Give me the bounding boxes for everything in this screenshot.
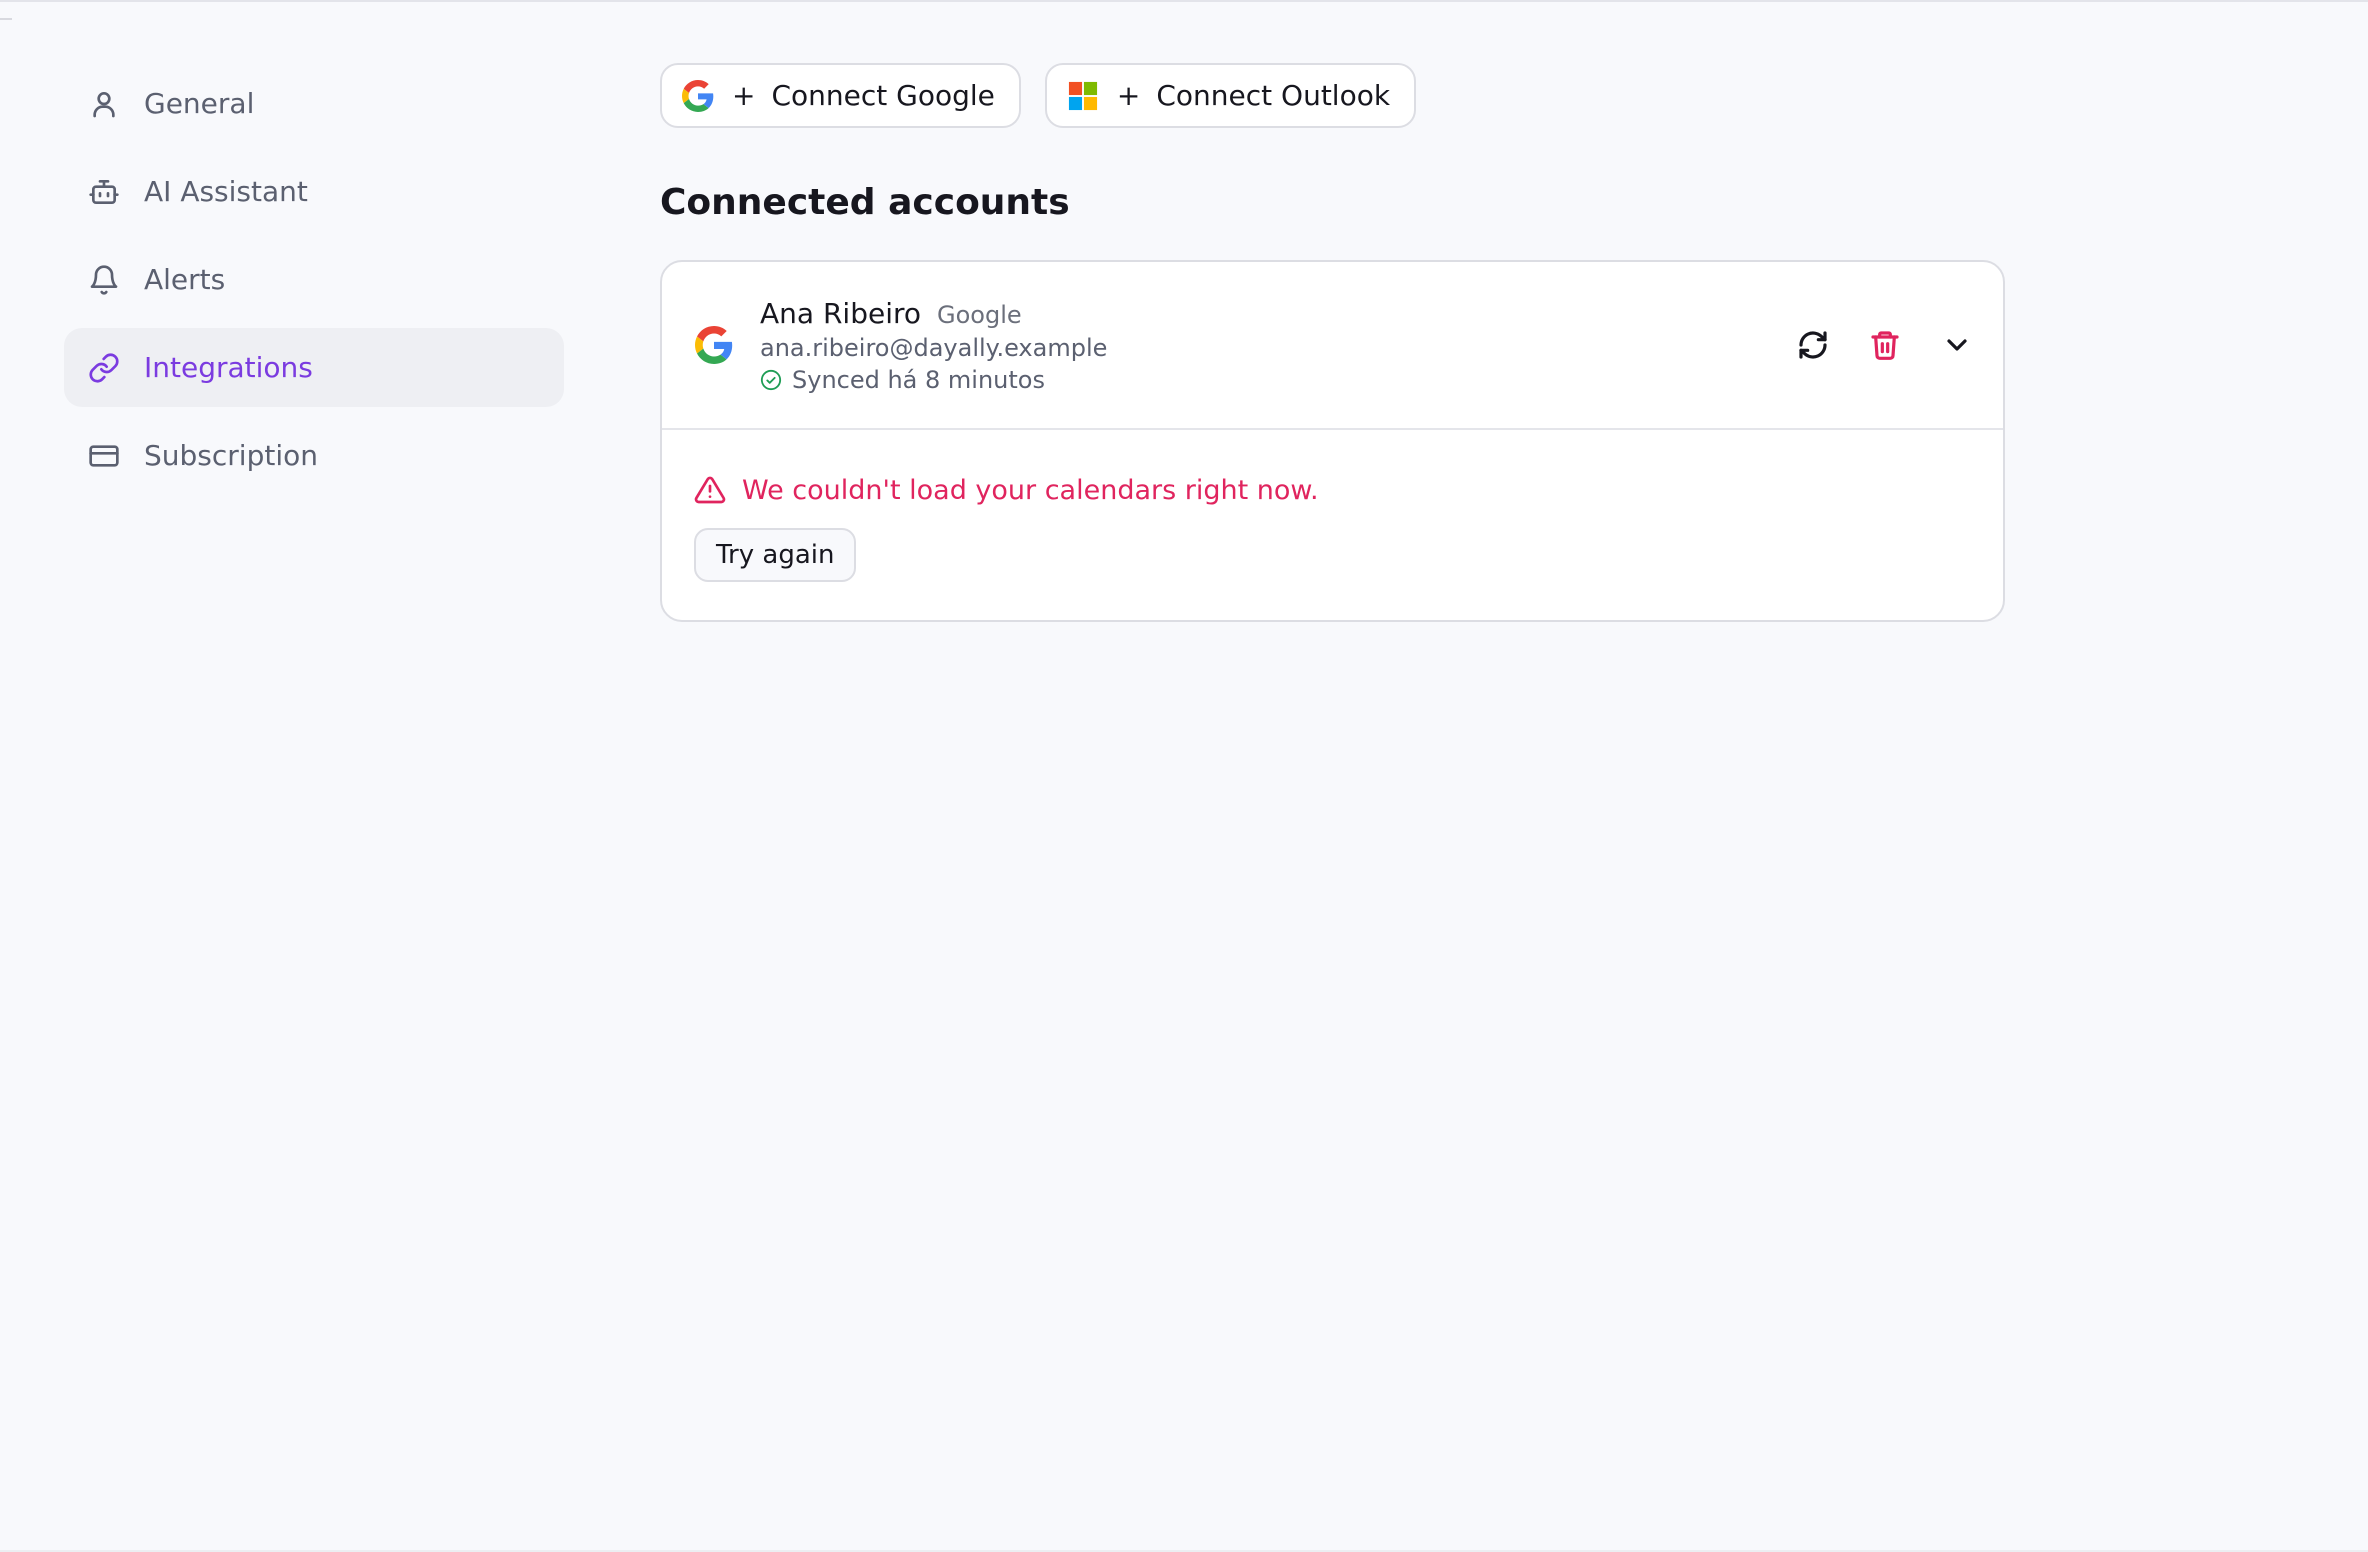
connect-google-label: Connect Google <box>771 79 995 112</box>
expand-button[interactable] <box>1941 329 1973 361</box>
account-provider: Google <box>937 300 1022 329</box>
plus-icon: + <box>1116 78 1141 112</box>
sidebar-item-ai-assistant[interactable]: AI Assistant <box>64 152 564 231</box>
sidebar-item-label: Integrations <box>144 351 313 384</box>
account-header: Ana Ribeiro Google ana.ribeiro@dayally.e… <box>662 262 2003 430</box>
trash-icon <box>1871 331 1899 360</box>
refresh-button[interactable] <box>1797 329 1829 361</box>
account-actions <box>1797 329 1973 361</box>
connect-outlook-label: Connect Outlook <box>1156 79 1391 112</box>
sidebar-item-label: General <box>144 87 255 120</box>
connect-google-button[interactable]: + Connect Google <box>660 63 1021 128</box>
account-info: Ana Ribeiro Google ana.ribeiro@dayally.e… <box>760 297 1797 394</box>
integrations-panel: + Connect Google + Connect Outlook Conne… <box>660 63 2005 622</box>
try-again-button[interactable]: Try again <box>694 528 857 582</box>
account-card: Ana Ribeiro Google ana.ribeiro@dayally.e… <box>660 260 2005 622</box>
chevron-down-icon <box>1947 339 1967 351</box>
sidebar-item-alerts[interactable]: Alerts <box>64 240 564 319</box>
error-message-text: We couldn't load your calendars right no… <box>742 474 1319 506</box>
sidebar-item-label: AI Assistant <box>144 175 308 208</box>
sync-status-text: Synced há 8 minutos <box>792 365 1045 394</box>
account-email: ana.ribeiro@dayally.example <box>760 333 1108 362</box>
link-icon <box>88 352 120 384</box>
delete-button[interactable] <box>1869 329 1901 361</box>
connect-outlook-button[interactable]: + Connect Outlook <box>1044 63 1417 128</box>
google-logo-icon <box>682 79 714 112</box>
connected-accounts-title: Connected accounts <box>660 182 1070 223</box>
corner-tick <box>0 18 12 20</box>
calendar-load-error: We couldn't load your calendars right no… <box>662 430 2003 620</box>
account-name-line: Ana Ribeiro Google <box>760 297 1797 330</box>
sidebar-item-subscription[interactable]: Subscription <box>64 416 564 495</box>
robot-icon <box>88 176 120 208</box>
sidebar-item-label: Subscription <box>144 439 318 472</box>
sidebar-item-integrations[interactable]: Integrations <box>64 328 564 407</box>
bell-icon <box>88 264 120 296</box>
sidebar-item-general[interactable]: General <box>64 64 564 143</box>
account-name: Ana Ribeiro <box>760 296 921 330</box>
settings-sidebar: General AI Assistant Alerts Integrations… <box>64 64 564 504</box>
plus-icon: + <box>732 78 756 112</box>
user-icon <box>88 88 120 120</box>
warning-triangle-icon <box>694 476 726 504</box>
error-message: We couldn't load your calendars right no… <box>694 474 1971 506</box>
check-circle-icon <box>760 369 782 390</box>
microsoft-logo-icon <box>1067 80 1099 112</box>
top-border <box>0 0 2368 2</box>
sidebar-item-label: Alerts <box>144 263 226 296</box>
credit-card-icon <box>88 440 120 472</box>
connect-buttons: + Connect Google + Connect Outlook <box>660 63 2005 128</box>
sync-status: Synced há 8 minutos <box>760 366 1797 394</box>
google-logo-icon <box>694 325 734 365</box>
refresh-icon <box>1799 331 1827 359</box>
